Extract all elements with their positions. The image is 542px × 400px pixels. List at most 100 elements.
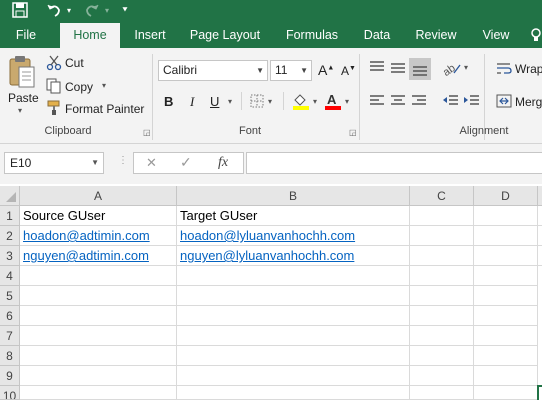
tab-view[interactable]: View <box>474 21 518 48</box>
font-name-combo[interactable]: Calibri ▼ <box>158 60 268 81</box>
cell-c2[interactable] <box>410 226 474 246</box>
bold-button[interactable]: B <box>164 94 173 109</box>
merge-center-icon[interactable] <box>496 94 512 108</box>
cell-d7[interactable] <box>474 326 538 346</box>
column-header-a[interactable]: A <box>20 186 177 206</box>
cell-a5[interactable] <box>20 286 177 306</box>
font-color-icon[interactable]: A <box>324 92 342 110</box>
cell-d6[interactable] <box>474 306 538 326</box>
cell-d4[interactable] <box>474 266 538 286</box>
row-header-4[interactable]: 4 <box>0 266 20 286</box>
increase-font-size-icon[interactable]: A▲ <box>318 62 334 78</box>
top-align-icon[interactable] <box>368 60 386 76</box>
cell-b5[interactable] <box>177 286 410 306</box>
bottom-align-icon[interactable] <box>409 58 431 80</box>
insert-function-icon[interactable]: fx <box>218 155 228 171</box>
row-header-10[interactable]: 10 <box>0 386 20 400</box>
tab-home[interactable]: Home <box>60 23 120 48</box>
tab-data[interactable]: Data <box>356 21 398 48</box>
cell-a10[interactable] <box>20 386 177 400</box>
tab-file[interactable]: File <box>6 21 46 48</box>
format-painter-label[interactable]: Format Painter <box>65 102 144 116</box>
fill-color-icon[interactable] <box>292 92 310 110</box>
cell-d10[interactable] <box>474 386 538 400</box>
cell-a4[interactable] <box>20 266 177 286</box>
row-header-2[interactable]: 2 <box>0 226 20 246</box>
fill-color-dropdown-icon[interactable]: ▾ <box>313 97 317 106</box>
column-header-b[interactable]: B <box>177 186 410 206</box>
row-header-6[interactable]: 6 <box>0 306 20 326</box>
cut-icon[interactable] <box>46 55 62 71</box>
select-all-corner[interactable] <box>0 186 20 206</box>
cell-c10[interactable] <box>410 386 474 400</box>
cell-c4[interactable] <box>410 266 474 286</box>
tab-review[interactable]: Review <box>408 21 464 48</box>
orientation-icon[interactable]: ab <box>441 60 462 79</box>
cell-c5[interactable] <box>410 286 474 306</box>
cell-e1[interactable] <box>538 206 542 226</box>
wrap-text-icon[interactable] <box>496 62 512 76</box>
paste-label[interactable]: Paste <box>8 91 39 105</box>
cell-b9[interactable] <box>177 366 410 386</box>
undo-icon[interactable] <box>44 0 64 21</box>
decrease-indent-icon[interactable] <box>442 94 460 108</box>
cell-a2[interactable]: hoadon@adtimin.com <box>20 226 177 246</box>
cell-a7[interactable] <box>20 326 177 346</box>
column-header-e[interactable] <box>538 186 542 206</box>
save-icon[interactable] <box>10 0 30 21</box>
redo-dropdown-icon[interactable]: ▾ <box>102 0 112 21</box>
cell-b8[interactable] <box>177 346 410 366</box>
wrap-text-label[interactable]: Wrap <box>515 62 542 76</box>
row-header-5[interactable]: 5 <box>0 286 20 306</box>
row-header-3[interactable]: 3 <box>0 246 20 266</box>
enter-icon[interactable]: ✓ <box>180 154 192 171</box>
tell-me-icon[interactable] <box>530 21 542 48</box>
align-right-icon[interactable] <box>410 94 428 108</box>
column-header-d[interactable]: D <box>474 186 538 206</box>
copy-icon[interactable] <box>46 78 62 94</box>
align-center-icon[interactable] <box>389 94 407 108</box>
cell-c3[interactable] <box>410 246 474 266</box>
column-header-c[interactable]: C <box>410 186 474 206</box>
cut-label[interactable]: Cut <box>65 56 84 70</box>
format-painter-icon[interactable] <box>46 100 62 116</box>
underline-button[interactable]: U <box>210 94 219 109</box>
borders-dropdown-icon[interactable]: ▾ <box>268 97 272 106</box>
cell-d5[interactable] <box>474 286 538 306</box>
merge-center-label[interactable]: Merg <box>515 95 542 109</box>
cell-c6[interactable] <box>410 306 474 326</box>
cell-a9[interactable] <box>20 366 177 386</box>
copy-dropdown-icon[interactable]: ▾ <box>102 81 106 90</box>
cell-b7[interactable] <box>177 326 410 346</box>
cell-d3[interactable] <box>474 246 538 266</box>
cell-b6[interactable] <box>177 306 410 326</box>
tab-page-layout[interactable]: Page Layout <box>184 21 266 48</box>
cell-d1[interactable] <box>474 206 538 226</box>
name-box[interactable]: E10 ▼ <box>4 152 104 174</box>
cancel-icon[interactable]: ✕ <box>146 155 157 171</box>
font-size-combo[interactable]: 11 ▼ <box>270 60 312 81</box>
cell-b10[interactable] <box>177 386 410 400</box>
cell-a6[interactable] <box>20 306 177 326</box>
cell-a8[interactable] <box>20 346 177 366</box>
cell-c7[interactable] <box>410 326 474 346</box>
row-header-1[interactable]: 1 <box>0 206 20 226</box>
cell-c9[interactable] <box>410 366 474 386</box>
cell-d9[interactable] <box>474 366 538 386</box>
customize-icon[interactable]: ⯆ <box>118 0 132 21</box>
cell-b2[interactable]: hoadon@lyluanvanhochh.com <box>177 226 410 246</box>
increase-indent-icon[interactable] <box>463 94 481 108</box>
cell-c8[interactable] <box>410 346 474 366</box>
row-header-8[interactable]: 8 <box>0 346 20 366</box>
formula-input[interactable] <box>246 152 542 174</box>
redo-icon[interactable] <box>82 0 102 21</box>
cell-b4[interactable] <box>177 266 410 286</box>
underline-dropdown-icon[interactable]: ▾ <box>228 97 232 106</box>
cell-b3[interactable]: nguyen@lyluanvanhochh.com <box>177 246 410 266</box>
italic-button[interactable]: I <box>190 94 194 110</box>
copy-label[interactable]: Copy <box>65 80 93 94</box>
undo-dropdown-icon[interactable]: ▾ <box>64 0 74 21</box>
cell-b1[interactable]: Target GUser <box>177 206 410 226</box>
align-left-icon[interactable] <box>368 94 386 108</box>
clipboard-launcher-icon[interactable]: ◲ <box>143 128 151 137</box>
